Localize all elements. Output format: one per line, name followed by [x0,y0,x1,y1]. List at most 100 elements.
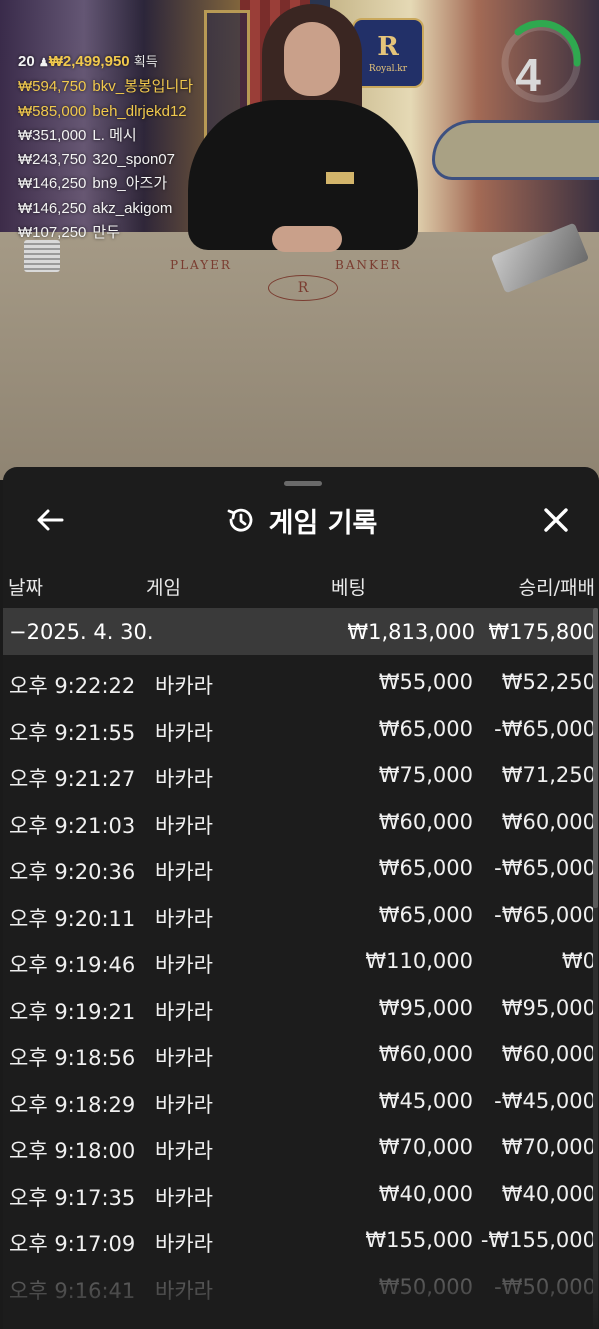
history-game: 바카라 [155,1232,213,1256]
history-icon [227,508,252,532]
list-fade [3,1269,599,1329]
winner-nickname: 만두 [92,224,120,242]
history-row[interactable]: 오후 9:19:21 바카라 ₩95,000 ₩95,000 [3,984,599,1031]
sheet-header: 게임 기록 [3,497,599,543]
history-game: 바카라 [155,720,213,745]
history-time: 오후 9:18:56 [9,1046,136,1070]
winner-nickname: L. 메시 [92,126,137,144]
winner-row: ₩243,750 320_spon07 [18,148,193,172]
history-row[interactable]: 오후 9:18:00 바카라 ₩70,000 ₩70,000 [3,1123,599,1170]
close-icon [544,508,568,532]
history-win-loss: ₩95,000 [501,995,596,1020]
winner-amount: ₩243,750 [18,151,87,169]
history-win-loss: ₩0 [561,949,596,973]
date-group-row[interactable]: −2025. 4. 30. ₩1,813,000 ₩175,800 [3,608,596,655]
history-row[interactable]: 오후 9:22:22 바카라 ₩55,000 ₩52,250 [3,658,599,705]
history-row[interactable]: 오후 9:17:09 바카라 ₩155,000 -₩155,000 [3,1216,599,1263]
group-date: −2025. 4. 30. [9,620,154,644]
history-time: 오후 9:20:11 [9,906,136,931]
winner-nickname: akz_akigom [92,199,173,217]
history-bet: ₩55,000 [378,670,473,694]
history-time: 오후 9:19:21 [9,999,136,1024]
winners-list: 20 ♟₩2,499,950 획득 ₩594,750 bkv_봉봉입니다 ₩585,… [18,50,193,245]
winner-nickname: beh_dlrjekd12 [92,102,187,120]
history-win-loss: ₩71,250 [501,763,596,787]
side-table [432,120,599,180]
winner-row: ₩585,000 beh_dlrjekd12 [18,100,193,124]
history-bet: ₩110,000 [365,949,473,973]
group-total-win: ₩175,800 [488,620,596,644]
history-row[interactable]: 오후 9:20:36 바카라 ₩65,000 -₩65,000 [3,844,599,891]
dealer-face [284,22,340,96]
history-win-loss: ₩40,000 [501,1181,596,1206]
history-bet: ₩45,000 [378,1088,473,1113]
game-history-sheet: 게임 기록 날짜 게임 베팅 승리/패배 −2025. 4. 30. ₩1,81… [3,467,599,1329]
winner-row: ₩351,000 L. 메시 [18,124,193,148]
winner-row: ₩107,250 만두 [18,221,193,245]
history-row[interactable]: 오후 9:21:27 바카라 ₩75,000 ₩71,250 [3,751,599,798]
history-game: 바카라 [155,953,213,977]
round-timer-value: 4 [515,49,541,101]
history-bet: ₩65,000 [378,856,473,880]
history-bet: ₩75,000 [378,763,473,787]
dealer-hands [272,226,342,252]
winner-amount: ₩107,250 [18,224,87,242]
history-bet: ₩60,000 [378,809,473,834]
history-bet: ₩65,000 [378,902,473,927]
winner-nickname: bkv_봉봉입니다 [92,78,194,96]
history-game: 바카라 [155,674,213,698]
history-row[interactable]: 오후 9:17:35 바카라 ₩40,000 ₩40,000 [3,1170,599,1217]
dealer-name-tag [326,172,354,184]
history-win-loss: ₩60,000 [501,1042,596,1066]
history-game: 바카라 [155,1046,213,1070]
history-row[interactable]: 오후 9:18:56 바카라 ₩60,000 ₩60,000 [3,1030,599,1077]
history-bet: ₩60,000 [378,1042,473,1066]
history-win-loss: -₩65,000 [494,902,596,927]
history-win-loss: -₩65,000 [494,856,596,880]
history-time: 오후 9:17:35 [9,1185,136,1210]
winner-amount: ₩594,750 [18,78,87,96]
winner-row: ₩594,750 bkv_봉봉입니다 [18,75,193,99]
winner-amount: ₩146,250 [18,199,87,217]
history-row[interactable]: 오후 9:18:29 바카라 ₩45,000 -₩45,000 [3,1077,599,1124]
history-bet: ₩70,000 [378,1135,473,1159]
history-row[interactable]: 오후 9:20:11 바카라 ₩65,000 -₩65,000 [3,891,599,938]
history-row[interactable]: 오후 9:21:03 바카라 ₩60,000 ₩60,000 [3,798,599,845]
history-win-loss: -₩65,000 [494,716,596,741]
history-list: 오후 9:22:22 바카라 ₩55,000 ₩52,250 오후 9:21:55 바카라… [3,658,599,1309]
history-win-loss: ₩70,000 [501,1135,596,1159]
history-row[interactable]: 오후 9:21:55 바카라 ₩65,000 -₩65,000 [3,705,599,752]
history-time: 오후 9:19:46 [9,953,136,977]
history-time: 오후 9:20:36 [9,860,136,884]
winner-amount: ₩351,000 [18,126,87,144]
group-total-bet: ₩1,813,000 [347,620,475,644]
history-bet: ₩40,000 [378,1181,473,1206]
player-label: PLAYER [170,258,232,272]
banker-label: BANKER [335,258,402,272]
history-time: 오후 9:17:09 [9,1232,136,1256]
history-time: 오후 9:21:03 [9,813,136,838]
history-win-loss: ₩52,250 [501,670,596,694]
winner-nickname: bn9_아즈가 [92,175,168,193]
history-bet: ₩65,000 [378,716,473,741]
sheet-title: 게임 기록 [268,507,378,539]
close-button[interactable] [533,497,579,543]
live-video-stream: R Royal.kr PLAYER BANKER R 20 ♟₩2,499,95… [0,0,599,480]
history-time: 오후 9:22:22 [9,674,136,698]
history-game: 바카라 [155,813,213,838]
winners-summary: 20 ♟₩2,499,950 획득 [18,53,158,70]
history-game: 바카라 [155,999,213,1024]
history-game: 바카라 [155,1185,213,1210]
winner-row: ₩146,250 akz_akigom [18,197,193,221]
scrollbar-thumb[interactable] [593,608,598,908]
winner-nickname: 320_spon07 [92,151,175,169]
column-header-game: 게임 [146,577,181,599]
history-game: 바카라 [155,860,213,884]
history-win-loss: -₩45,000 [494,1088,596,1113]
history-column-headers: 날짜 게임 베팅 승리/패배 [3,567,599,603]
winner-row: ₩146,250 bn9_아즈가 [18,172,193,196]
history-time: 오후 9:18:00 [9,1139,136,1163]
sheet-grabber[interactable] [284,481,322,486]
history-row[interactable]: 오후 9:19:46 바카라 ₩110,000 ₩0 [3,937,599,984]
history-game: 바카라 [155,906,213,931]
